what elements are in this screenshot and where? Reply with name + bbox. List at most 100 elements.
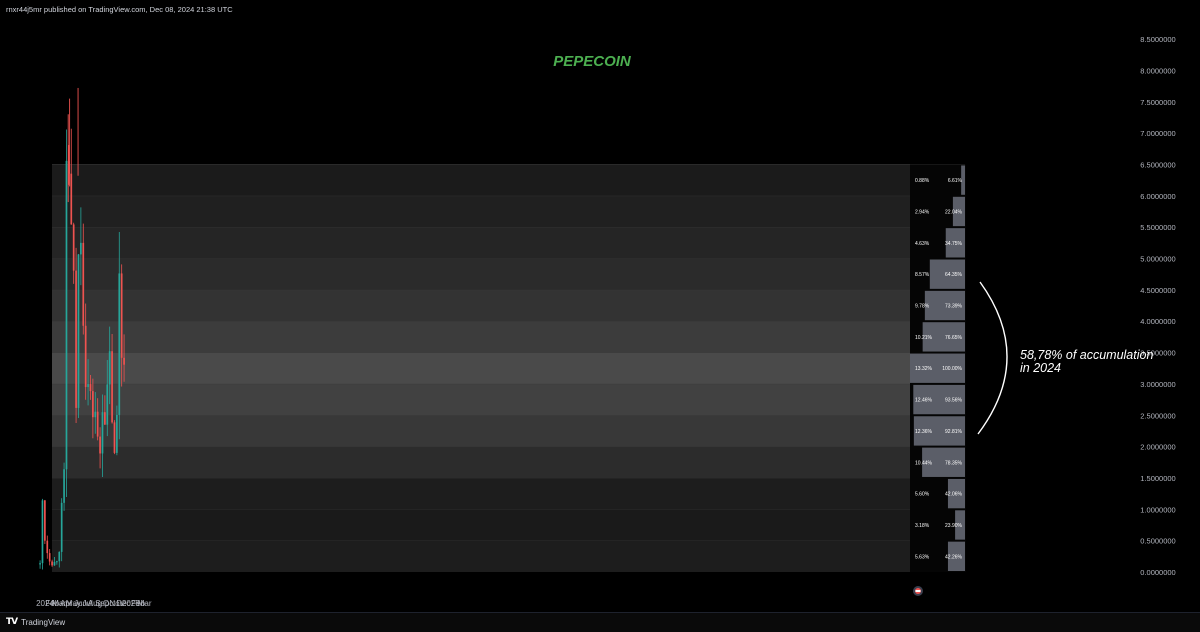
candle-body: [41, 500, 44, 564]
candle-body: [99, 436, 101, 454]
profile-bands: [52, 164, 965, 572]
footer-bar: TV TradingView: [0, 612, 1200, 632]
accumulation-brace: [977, 281, 1008, 435]
profile-band: [52, 289, 910, 322]
candle-body: [46, 540, 49, 554]
profile-band: [52, 352, 910, 384]
profile-share-left: 5.60%: [915, 492, 930, 498]
profile-share-left: 3.18%: [915, 523, 930, 529]
profile-share-right: 34.75%: [945, 241, 963, 247]
time-axis: 2024FebMarAprMayJunJulAugSepOctNovDec202…: [36, 599, 152, 608]
candle[interactable]: [44, 499, 46, 545]
candle-body: [92, 391, 94, 418]
price-tick-label: 5.5000000: [1140, 223, 1175, 232]
price-tick-label: 4.0000000: [1140, 317, 1175, 326]
profile-share-left: 2.94%: [915, 209, 930, 215]
brand-text: TradingView: [21, 617, 66, 627]
candle-body: [63, 469, 65, 503]
annotation-line: 58,78% of accumulation: [1020, 348, 1153, 362]
profile-band: [52, 164, 910, 196]
candle-body: [87, 384, 89, 388]
candle-body: [96, 411, 99, 437]
price-tick-label: 8.0000000: [1140, 66, 1175, 75]
candle-body: [104, 412, 106, 425]
candle-body: [48, 553, 51, 562]
profile-share-right: 100.00%: [942, 366, 962, 372]
candle[interactable]: [46, 535, 49, 559]
profile-share-right: 76.65%: [945, 335, 963, 341]
annotation-line: in 2024: [1020, 361, 1061, 375]
candle-body: [94, 411, 97, 418]
candle[interactable]: [41, 498, 44, 570]
profile-share-left: 12.36%: [915, 429, 933, 435]
candle-body: [106, 384, 109, 425]
profile-share-right: 92.81%: [945, 429, 963, 435]
candle-body: [75, 270, 77, 408]
flag-marker[interactable]: [913, 586, 923, 596]
price-tick-label: 8.5000000: [1140, 35, 1175, 44]
profile-band: [52, 383, 910, 416]
candle-body: [56, 561, 58, 563]
candle-body: [89, 384, 92, 392]
candle-body: [120, 273, 123, 358]
profile-share-left: 10.44%: [915, 460, 933, 466]
tradingview-brand[interactable]: TV TradingView: [6, 617, 65, 627]
candle[interactable]: [60, 498, 63, 562]
candle-body: [51, 561, 53, 566]
candle-body: [60, 502, 63, 552]
price-tick-label: 1.5000000: [1140, 474, 1175, 483]
candle-body: [53, 562, 56, 566]
candle-body: [39, 563, 41, 565]
profile-share-left: 13.32%: [915, 366, 933, 372]
profile-band: [52, 540, 910, 572]
profile-share-right: 42.26%: [945, 554, 963, 560]
candle[interactable]: [48, 548, 51, 566]
tradingview-logo-icon: TV: [6, 617, 18, 627]
price-tick-label: 6.0000000: [1140, 192, 1175, 201]
price-tick-label: 5.0000000: [1140, 255, 1175, 264]
price-tick-label: 3.0000000: [1140, 380, 1175, 389]
price-axis: 0.0000000 0.5000000 1.0000000 1.5000000 2.00…: [1140, 35, 1175, 577]
profile-share-left: 4.63%: [915, 241, 930, 247]
candle-body: [108, 351, 111, 385]
candle[interactable]: [65, 129, 68, 497]
price-tick-label: 2.0000000: [1140, 443, 1175, 452]
price-tick-label: 4.5000000: [1140, 286, 1175, 295]
profile-band: [52, 321, 910, 353]
profile-share-right: 6.61%: [948, 178, 963, 184]
candle[interactable]: [113, 420, 116, 455]
profile-share-right: 73.39%: [945, 304, 963, 310]
profile-share-left: 12.46%: [915, 398, 933, 404]
profile-share-left: 5.63%: [915, 554, 930, 560]
candle-body: [118, 273, 121, 415]
profile-share-right: 23.90%: [945, 523, 963, 529]
profile-band: [52, 509, 910, 541]
price-tick-label: 0.5000000: [1140, 537, 1175, 546]
candle-body: [82, 242, 85, 326]
profile-band: [52, 477, 910, 510]
profile-share-right: 22.04%: [945, 209, 963, 215]
candle-body: [70, 173, 73, 225]
candle[interactable]: [75, 247, 77, 423]
candle-body: [65, 160, 68, 470]
candle-body: [58, 551, 61, 562]
profile-band: [52, 446, 910, 478]
volume-profile: 5.63% 42.26% 3.18% 23.90% 5.60% 42.06% 10.44% 7…: [910, 164, 966, 572]
price-chart[interactable]: 5.63% 42.26% 3.18% 23.90% 5.60% 42.06% 10.44% 7…: [0, 0, 1200, 612]
candle[interactable]: [39, 560, 41, 569]
accumulation-annotation: 58,78% of accumulation in 2024: [1020, 348, 1153, 375]
candle-body: [72, 224, 75, 271]
profile-share-left: 0.88%: [915, 178, 930, 184]
candle[interactable]: [70, 128, 73, 225]
price-tick-label: 7.5000000: [1140, 98, 1175, 107]
time-tick-label: Mar: [138, 599, 152, 608]
profile-share-left: 10.21%: [915, 335, 933, 341]
chart-title: PEPECOIN: [553, 53, 632, 70]
profile-band: [52, 195, 910, 228]
candle-body: [77, 254, 80, 408]
profile-band: [52, 415, 910, 447]
candle-body: [80, 242, 82, 255]
profile-share-left: 8.57%: [915, 272, 930, 278]
candle-body: [116, 414, 118, 453]
candle[interactable]: [77, 253, 80, 418]
